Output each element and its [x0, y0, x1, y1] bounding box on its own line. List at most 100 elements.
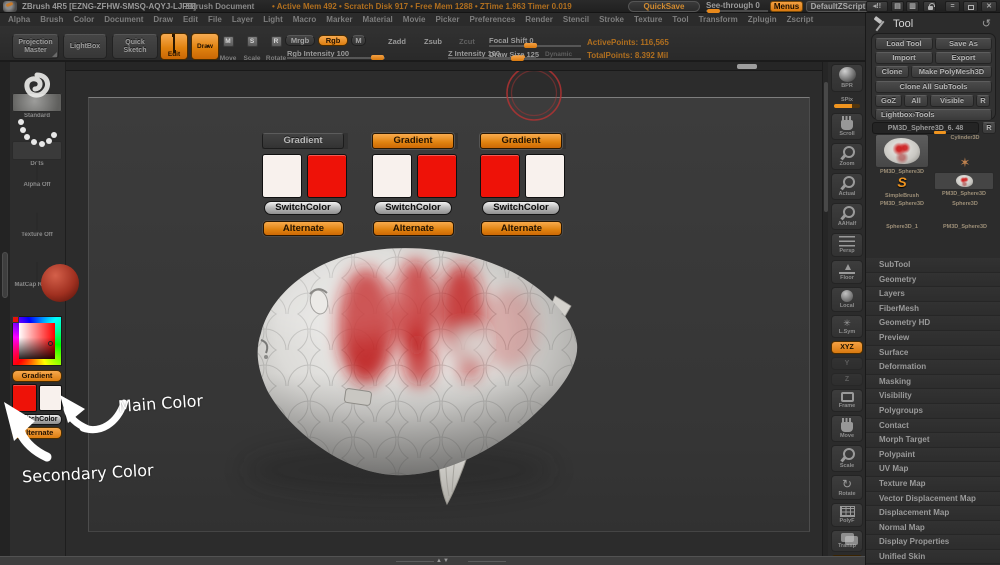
canvas-right-scrollbar[interactable]	[822, 62, 828, 556]
subpalette-geometry-hd[interactable]: Geometry HD	[866, 316, 1000, 331]
tool-r-button[interactable]: R	[982, 122, 996, 134]
tool-thumb-selected[interactable]: PM3D_Sphere3D	[932, 172, 996, 197]
subpalette-polygroups[interactable]: Polygroups	[866, 404, 1000, 419]
tray-arrows-icon[interactable]: ◂!!	[866, 1, 888, 12]
save-as-button[interactable]: Save As	[935, 38, 992, 50]
shelf-item-rotate[interactable]: Rotate	[831, 475, 863, 500]
shelf-item-bpr[interactable]: BPR	[831, 64, 863, 92]
mrgb-button[interactable]: Mrgb	[285, 35, 315, 46]
menu-item-zscript[interactable]: Zscript	[787, 15, 814, 24]
close-icon[interactable]: ✕	[981, 1, 997, 12]
gradient-button[interactable]: Gradient	[480, 133, 562, 149]
subpalette-texture-map[interactable]: Texture Map	[866, 477, 1000, 492]
bottom-tray-bar[interactable]: ▲▼	[0, 556, 866, 565]
subpalette-fibermesh[interactable]: FiberMesh	[866, 302, 1000, 317]
secondary-color-swatch[interactable]	[39, 385, 62, 411]
shelf-item-actual[interactable]: Actual	[831, 173, 863, 200]
main-color-swatch[interactable]	[12, 384, 37, 412]
m-button[interactable]: M	[351, 35, 366, 46]
goz-button[interactable]: GoZ	[875, 95, 902, 107]
see-through-handle[interactable]	[707, 9, 720, 13]
material-selector[interactable]: MatCap Red Wa	[12, 263, 62, 288]
goz-visible-button[interactable]: Visible	[930, 95, 974, 107]
panel-flip-right-icon[interactable]: ▥	[906, 1, 919, 12]
quicksave-button[interactable]: QuickSave	[628, 1, 700, 12]
rgb-button[interactable]: Rgb	[318, 35, 348, 46]
menu-item-color[interactable]: Color	[73, 15, 94, 24]
menu-item-tool[interactable]: Tool	[672, 15, 688, 24]
main-color-swatch[interactable]	[372, 154, 412, 198]
secondary-color-swatch[interactable]	[307, 154, 347, 198]
lightbox-button[interactable]: LightBox	[63, 34, 107, 59]
shelf-item-xyz[interactable]: XYZ	[831, 341, 863, 354]
tool-thumb[interactable]: Sphere3D	[935, 200, 995, 207]
menu-item-document[interactable]: Document	[104, 15, 143, 24]
menu-item-edit[interactable]: Edit	[183, 15, 198, 24]
subpalette-visibility[interactable]: Visibility	[866, 389, 1000, 404]
projection-master-button[interactable]: Projection Master	[12, 34, 59, 59]
shelf-item-frame[interactable]: Frame	[831, 389, 863, 412]
alternate-button[interactable]: Alternate	[481, 221, 562, 236]
zcut-button[interactable]: Zcut	[459, 37, 475, 46]
subpalette-deformation[interactable]: Deformation	[866, 360, 1000, 375]
subpalette-displacement-map[interactable]: Displacement Map	[866, 506, 1000, 521]
subpalette-normal-map[interactable]: Normal Map	[866, 521, 1000, 536]
menu-item-movie[interactable]: Movie	[403, 15, 426, 24]
goz-all-button[interactable]: All	[904, 95, 928, 107]
switchcolor-button[interactable]: SwitchColor	[374, 201, 452, 215]
color-picker[interactable]	[12, 316, 62, 366]
tray-collapse-arrows-icon[interactable]: ▲▼	[436, 558, 450, 564]
menu-item-alpha[interactable]: Alpha	[8, 15, 30, 24]
switchcolor-button[interactable]: SwitchColor	[264, 201, 342, 215]
alternate-button[interactable]: Alternate	[12, 427, 62, 439]
clone-button[interactable]: Clone	[875, 66, 909, 78]
tool-thumb[interactable]: S SimpleBrush	[873, 174, 931, 199]
gradient-button[interactable]: Gradient	[262, 133, 344, 149]
draw-size-handle[interactable]	[511, 56, 524, 61]
load-tool-button[interactable]: Load Tool	[875, 38, 933, 50]
menu-item-picker[interactable]: Picker	[435, 15, 459, 24]
alpha-selector[interactable]: Alpha Off	[12, 163, 62, 188]
canvas-scroll-handle[interactable]	[737, 64, 757, 69]
menu-item-transform[interactable]: Transform	[699, 15, 738, 24]
quick-sketch-button[interactable]: Quick Sketch	[112, 34, 158, 59]
menu-item-marker[interactable]: Marker	[326, 15, 352, 24]
canvas-right-scroll-handle[interactable]	[824, 82, 828, 212]
shelf-item-zoom[interactable]: Zoom	[831, 143, 863, 170]
subpalette-contact[interactable]: Contact	[866, 419, 1000, 434]
main-color-swatch[interactable]	[262, 154, 302, 198]
subpalette-vector-displacement-map[interactable]: Vector Displacement Map	[866, 492, 1000, 507]
gradient-button[interactable]: Gradient	[372, 133, 454, 149]
brush-selector[interactable]: Standard	[12, 67, 62, 119]
zsub-button[interactable]: Zsub	[424, 37, 442, 46]
subpalette-geometry[interactable]: Geometry	[866, 273, 1000, 288]
menu-item-render[interactable]: Render	[525, 15, 553, 24]
clone-all-subtools-button[interactable]: Clone All SubTools	[875, 81, 992, 93]
subpalette-surface[interactable]: Surface	[866, 346, 1000, 361]
subpalette-masking[interactable]: Masking	[866, 375, 1000, 390]
menu-item-light[interactable]: Light	[263, 15, 283, 24]
refresh-icon[interactable]: ↺	[982, 17, 991, 30]
subpalette-uv-map[interactable]: UV Map	[866, 462, 1000, 477]
tool-thumb[interactable]: PM3D_Sphere3D	[935, 223, 995, 230]
subpalette-unified-skin[interactable]: Unified Skin	[866, 550, 1000, 565]
draw-button[interactable]: Draw	[191, 33, 219, 60]
menu-item-draw[interactable]: Draw	[153, 15, 173, 24]
tool-thumb-current[interactable]: PM3D_Sphere3D	[873, 134, 931, 175]
texture-selector[interactable]: Texture Off	[12, 213, 62, 238]
shelf-item-transp[interactable]: Transp	[831, 530, 863, 552]
secondary-color-swatch[interactable]	[525, 154, 565, 198]
focal-shift-handle[interactable]	[524, 43, 537, 48]
subpalette-subtool[interactable]: SubTool	[866, 258, 1000, 273]
goz-r-button[interactable]: R	[976, 95, 990, 107]
switchcolor-button[interactable]: SwitchColor	[482, 201, 560, 215]
shelf-item-z[interactable]: Z	[831, 373, 863, 386]
restore-icon[interactable]	[963, 1, 978, 12]
menu-item-macro[interactable]: Macro	[293, 15, 317, 24]
alternate-button[interactable]: Alternate	[263, 221, 344, 236]
canvas-top-scrollbar[interactable]	[66, 62, 822, 71]
move-button[interactable]: M Move	[216, 35, 240, 60]
shelf-item-local[interactable]: Local	[831, 287, 863, 312]
stroke-selector[interactable]: Dots	[12, 115, 62, 167]
menus-button[interactable]: Menus	[770, 1, 803, 12]
